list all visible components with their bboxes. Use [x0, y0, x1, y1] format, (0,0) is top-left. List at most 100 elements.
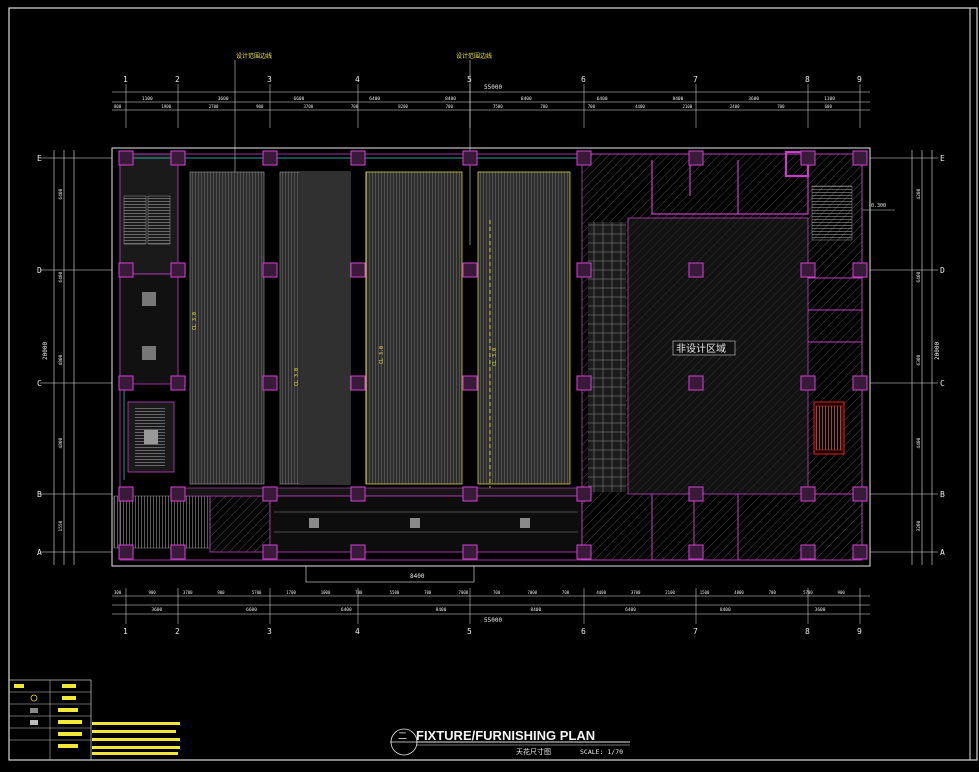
bay-2-label: CL 3.0 — [294, 368, 300, 386]
structural-column — [576, 262, 592, 278]
structural-column — [170, 262, 186, 278]
stair-right-upper — [811, 185, 853, 241]
total-width-bottom: 55000 — [484, 617, 502, 624]
dim-bottom-sub: 700 — [424, 590, 432, 595]
dim-bottom-sub: 3700 — [631, 590, 641, 595]
dim-top-sub: 800 — [114, 104, 122, 109]
structural-column — [800, 262, 816, 278]
structural-column — [262, 375, 278, 391]
structural-column — [688, 486, 704, 502]
area-label: 非设计区域 — [676, 342, 726, 355]
grid-label-col: 3 — [267, 627, 272, 636]
structural-column — [852, 486, 868, 502]
ceiling-bay-1 — [189, 171, 265, 485]
dim-top-main: 6400 — [597, 96, 608, 102]
ceiling-bay-3 — [365, 171, 463, 485]
structural-column — [262, 262, 278, 278]
dim-top-sub: 700 — [540, 104, 548, 109]
grid-label-col: 5 — [467, 627, 472, 636]
dim-left: 1550 — [58, 520, 64, 531]
note-top-left: 设计范围边线 — [236, 52, 272, 60]
dim-bottom-sub: 700 — [493, 590, 501, 595]
grid-label-row: E — [940, 154, 945, 163]
dim-bottom-sub: 5700 — [252, 590, 262, 595]
dim-right: 6300 — [916, 354, 922, 365]
structural-column — [576, 544, 592, 560]
bay-4-label: CL 3.0 — [492, 348, 498, 366]
dim-bottom-sub: 1700 — [286, 590, 296, 595]
ceiling-bay-2-panel — [300, 172, 350, 484]
dim-bottom-sub: 7000 — [459, 590, 469, 595]
dim-bottom-sub: 700 — [355, 590, 363, 595]
dim-bottom-sub: 7000 — [527, 590, 537, 595]
grid-label-row: D — [37, 266, 42, 275]
structural-column — [350, 375, 366, 391]
dim-bottom-main: 6400 — [341, 607, 352, 613]
floor-plan-svg: 设计范围边线 设计范围边线 55000 55000 20000 20000 11… — [8, 7, 978, 761]
bay-3-label: CL 3.0 — [379, 346, 385, 364]
dim-left: 4800 — [58, 354, 64, 365]
grid-label-row: C — [37, 379, 42, 388]
dim-top-sub: 600 — [825, 104, 833, 109]
grid-label-col: 4 — [355, 627, 360, 636]
dim-bottom-sub: 300 — [114, 590, 122, 595]
structural-column — [800, 486, 816, 502]
dim-top-sub: 2700 — [209, 104, 219, 109]
structural-column — [170, 150, 186, 166]
dim-bottom-sub: 700 — [769, 590, 777, 595]
left-stair-upper — [123, 195, 147, 245]
dim-bottom-sub: 1000 — [321, 590, 331, 595]
dim-bottom-sub: 900 — [838, 590, 846, 595]
structural-column — [462, 262, 478, 278]
dim-top-sub: 8200 — [398, 104, 408, 109]
grid-label-col: 2 — [175, 627, 180, 636]
structural-column — [576, 486, 592, 502]
structural-column — [852, 544, 868, 560]
bottom-span-box — [305, 565, 475, 583]
left-stair-upper-b — [147, 195, 171, 245]
structural-column — [170, 544, 186, 560]
bay-1-label: CL 3.0 — [192, 312, 198, 330]
dim-bottom-sub: 1500 — [700, 590, 710, 595]
structural-column — [350, 544, 366, 560]
legend-table — [8, 679, 92, 761]
dim-top-sub: 3700 — [304, 104, 314, 109]
structural-column — [350, 262, 366, 278]
dim-top-sub: 4400 — [635, 104, 645, 109]
dim-top-main: 3600 — [218, 96, 229, 102]
bottom-span-label: 8400 — [410, 573, 425, 580]
structural-column — [800, 375, 816, 391]
dim-top-main: 8400 — [673, 96, 684, 102]
structural-column — [462, 375, 478, 391]
tiled-strip-overlay — [588, 222, 626, 492]
dim-bottom-sub: 2100 — [665, 590, 675, 595]
grid-label-col: 6 — [581, 627, 586, 636]
dim-top-sub: 1900 — [161, 104, 171, 109]
dim-top-main: 8400 — [521, 96, 532, 102]
structural-column — [852, 150, 868, 166]
lift-left-b — [142, 346, 156, 360]
structural-column — [118, 262, 134, 278]
dim-right: 6400 — [916, 271, 922, 282]
dim-top-main: 1100 — [824, 96, 835, 102]
non-design-open — [627, 217, 809, 495]
structural-column — [852, 262, 868, 278]
dim-top-main: 3600 — [748, 96, 759, 102]
structural-column — [262, 486, 278, 502]
dim-top-main: 6400 — [369, 96, 380, 102]
grid-label-row: E — [37, 154, 42, 163]
structural-column — [350, 150, 366, 166]
grid-label-col: 9 — [857, 75, 862, 84]
structural-column — [462, 150, 478, 166]
grid-label-row: C — [940, 379, 945, 388]
dim-top-main: 8400 — [445, 96, 456, 102]
dim-bottom-main: 3600 — [815, 607, 826, 613]
grid-label-col: 2 — [175, 75, 180, 84]
dim-right: 3200 — [916, 520, 922, 531]
structural-column — [688, 262, 704, 278]
dim-left: 6400 — [58, 271, 64, 282]
grid-label-row: D — [940, 266, 945, 275]
grid-label-row: B — [37, 490, 42, 499]
dim-bottom-sub: 900 — [148, 590, 156, 595]
dim-bottom-sub: 900 — [217, 590, 225, 595]
